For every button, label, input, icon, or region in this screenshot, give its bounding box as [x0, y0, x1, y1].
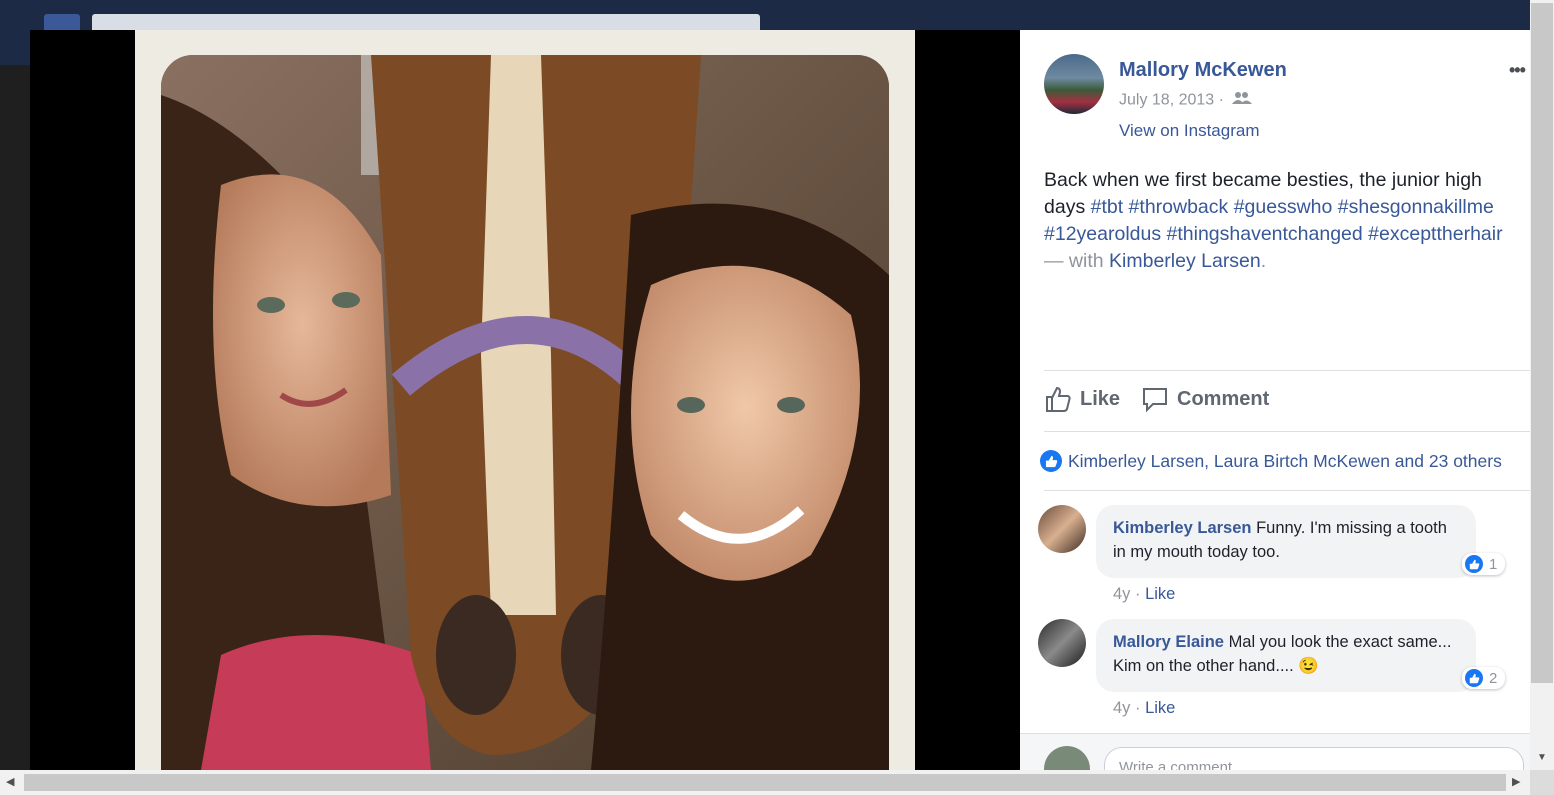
commenter-avatar[interactable] [1038, 619, 1086, 667]
like-badge-icon [1465, 555, 1483, 573]
comment-bubble: Kimberley Larsen Funny. I'm missing a to… [1096, 505, 1476, 578]
author-avatar[interactable] [1044, 54, 1104, 114]
divider [1044, 431, 1530, 432]
write-comment-input[interactable]: Write a comment... [1104, 747, 1524, 770]
view-on-instagram-link[interactable]: View on Instagram [1119, 121, 1259, 141]
post-date[interactable]: July 18, 2013 · [1119, 91, 1253, 110]
comment-meta: 4y · Like [1113, 585, 1175, 604]
comment-age[interactable]: 4y · [1113, 585, 1145, 603]
comment-like-count: 1 [1489, 555, 1498, 573]
reactions-summary[interactable]: Kimberley Larsen, Laura Birtch McKewen a… [1040, 450, 1502, 472]
comment-like-link[interactable]: Like [1145, 585, 1175, 603]
post-photo[interactable] [161, 55, 889, 770]
scroll-right-arrow-icon[interactable]: ▶ [1512, 775, 1520, 788]
caption-line-1: Back when we first became besties, the j… [1044, 169, 1482, 191]
like-badge-icon [1040, 450, 1062, 472]
hashtags-line-3[interactable]: #12yearoldus #thingshaventchanged #excep… [1044, 221, 1530, 248]
photo-frame [135, 30, 915, 770]
post-side-panel: Mallory McKewen July 18, 2013 · View on … [1020, 30, 1530, 770]
horizontal-scroll-thumb[interactable] [24, 774, 1506, 791]
caption-line-2: days #tbt #throwback #guesswho #shesgonn… [1044, 194, 1530, 221]
commenter-avatar[interactable] [1038, 505, 1086, 553]
like-button[interactable]: Like [1044, 385, 1120, 413]
like-thumb-icon [1046, 386, 1071, 412]
like-badge-icon [1465, 669, 1483, 687]
comment-meta: 4y · Like [1113, 699, 1175, 718]
current-user-avatar [1044, 746, 1090, 770]
divider [1044, 370, 1530, 371]
scrollbar-corner [1530, 770, 1554, 795]
commenter-name[interactable]: Mallory Elaine [1113, 633, 1224, 651]
like-button-label: Like [1080, 387, 1121, 410]
author-name[interactable]: Mallory McKewen [1119, 59, 1287, 82]
commenter-name[interactable]: Kimberley Larsen [1113, 519, 1251, 537]
post-date-text[interactable]: July 18, 2013 · [1119, 92, 1228, 109]
comment-bubble: Mallory Elaine Mal you look the exact sa… [1096, 619, 1476, 692]
vertical-scroll-thumb[interactable] [1531, 3, 1553, 683]
comment-like-count: 2 [1489, 669, 1498, 687]
comment-reaction-count[interactable]: 1 [1462, 553, 1506, 575]
comment-button[interactable]: Comment [1141, 385, 1269, 413]
photo-viewer [30, 30, 1020, 770]
comment-age[interactable]: 4y · [1113, 699, 1145, 717]
more-icon[interactable]: ••• [1509, 60, 1526, 81]
comment-button-label: Comment [1177, 387, 1270, 410]
comment-bubble-icon [1143, 388, 1167, 413]
divider [1044, 490, 1530, 491]
scroll-down-arrow-icon[interactable]: ▼ [1537, 752, 1547, 763]
tagged-person-link[interactable]: Kimberley Larsen [1109, 250, 1261, 272]
caption-period: . [1260, 250, 1267, 272]
scroll-left-arrow-icon[interactable]: ◀ [6, 775, 14, 788]
friends-icon [1232, 91, 1253, 110]
post-caption: Back when we first became besties, the j… [1044, 167, 1530, 275]
caption-text: days [1044, 196, 1091, 218]
hashtags-line-2[interactable]: #tbt #throwback #guesswho #shesgonnakill… [1091, 196, 1494, 218]
with-label: — with [1044, 250, 1110, 272]
horizontal-scrollbar[interactable]: ◀ ▶ [0, 770, 1530, 795]
comment-composer: Write a comment... [1020, 733, 1530, 770]
comment-reaction-count[interactable]: 2 [1462, 667, 1506, 689]
reactions-summary-text[interactable]: Kimberley Larsen, Laura Birtch McKewen a… [1068, 451, 1502, 472]
vertical-scrollbar[interactable]: ▼ [1530, 0, 1554, 770]
caption-with-line: — with Kimberley Larsen. [1044, 248, 1530, 275]
comment-like-link[interactable]: Like [1145, 699, 1175, 717]
